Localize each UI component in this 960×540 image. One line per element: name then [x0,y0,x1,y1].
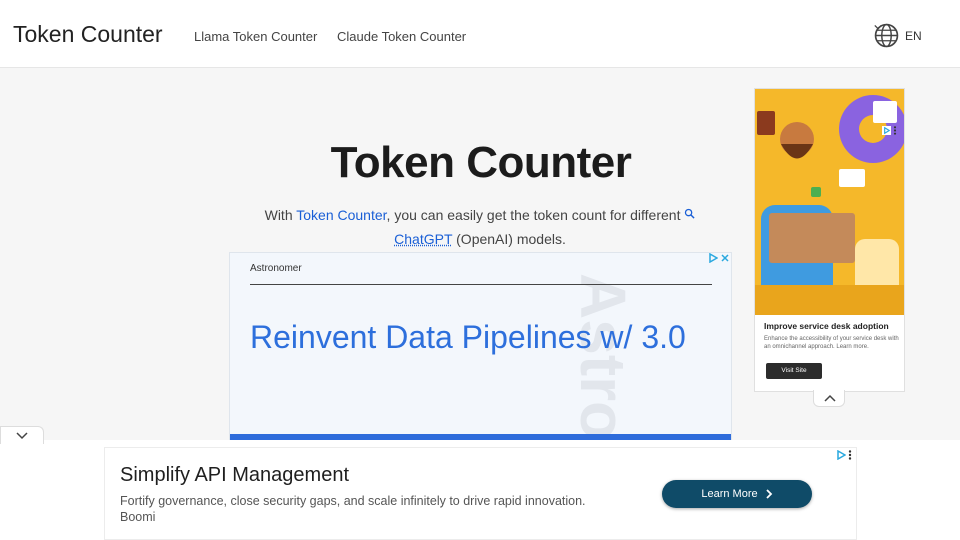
site-brand[interactable]: Token Counter [13,21,163,48]
ad-divider [250,284,712,285]
site-header: Token Counter Llama Token Counter Claude… [0,0,960,68]
anchor-ad-advertiser: Boomi [120,510,155,524]
ad-illustration [755,89,905,315]
more-options-icon[interactable] [893,126,897,135]
search-icon[interactable] [684,208,695,219]
ad-choices[interactable] [708,253,730,263]
ad-advertiser: Astronomer [250,263,302,274]
chevron-down-icon [16,432,28,440]
chevron-up-icon [824,394,836,402]
ad-side-title[interactable]: Improve service desk adoption [764,321,904,331]
close-icon[interactable] [720,253,730,263]
language-label: EN [905,29,922,43]
ad-illustration-art [755,89,905,315]
page-description: With Token Counter, you can easily get t… [230,207,730,223]
learn-more-label: Learn More [701,488,757,500]
description-text: With [265,207,297,223]
anchor-ad-title[interactable]: Simplify API Management [120,464,349,487]
language-selector[interactable]: EN [874,23,934,49]
side-ad-collapse-button[interactable] [813,390,845,407]
nav-link-llama[interactable]: Llama Token Counter [194,29,317,44]
adchoices-icon[interactable] [836,450,846,460]
ad-banner-bottom[interactable]: Simplify API Management Fortify governan… [104,447,857,540]
more-options-icon[interactable] [848,450,852,460]
ad-banner-middle[interactable]: Astro Astronomer Reinvent Data Pipelines… [229,252,732,442]
learn-more-button[interactable]: Learn More [662,480,812,508]
chatgpt-link[interactable]: ChatGPT [394,231,452,247]
chevron-down-icon [874,23,882,31]
chevron-right-icon [766,489,773,499]
ad-choices-bottom[interactable] [836,450,852,460]
token-counter-link[interactable]: Token Counter [296,207,386,223]
anchor-collapse-button[interactable] [0,426,44,444]
adchoices-icon[interactable] [708,253,718,263]
ad-side-body: Enhance the accessibility of your servic… [764,335,904,351]
nav-link-claude[interactable]: Claude Token Counter [337,29,466,44]
description-text: , you can easily get the token count for… [387,207,681,223]
adchoices-icon[interactable] [882,126,891,135]
ad-choices-side[interactable] [882,126,897,135]
anchor-ad-body: Fortify governance, close security gaps,… [120,494,586,508]
ad-side-cta-button[interactable]: Visit Site [766,363,822,379]
ad-headline[interactable]: Reinvent Data Pipelines w/ 3.0 [250,315,710,359]
description-text: (OpenAI) models. [452,231,566,247]
page-description-continued: ChatGPT (OpenAI) models. [230,231,730,247]
ad-banner-side[interactable]: Improve service desk adoption Enhance th… [754,88,905,392]
